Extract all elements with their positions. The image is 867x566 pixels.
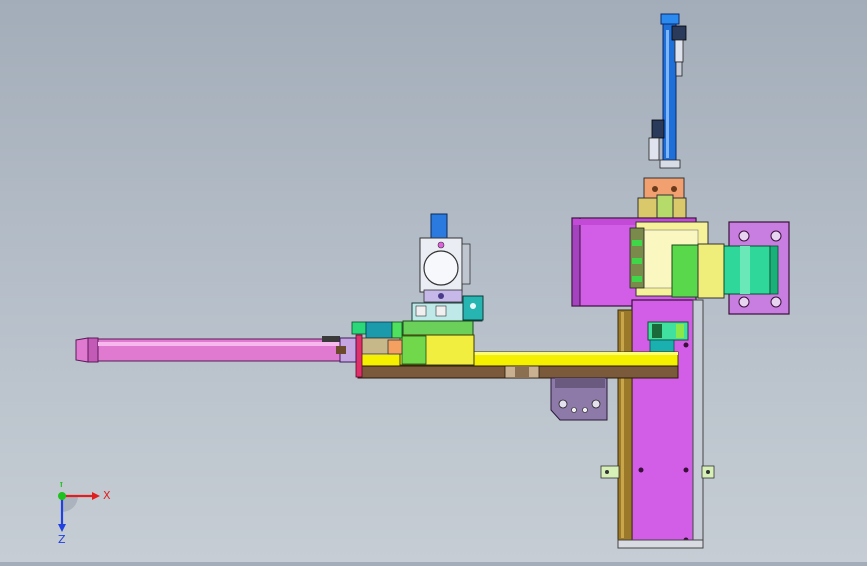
motor-coupling	[723, 245, 779, 295]
horizontal-cylinder[interactable]	[75, 336, 357, 363]
z-axis-label: Z	[58, 533, 66, 544]
coordinate-triad: X Y Z	[48, 477, 118, 546]
y-axis-origin	[58, 492, 66, 500]
gripper-block[interactable]	[419, 213, 471, 303]
cylinder-flange	[637, 177, 687, 224]
gear-housing[interactable]	[629, 221, 725, 299]
lower-clamp[interactable]	[550, 377, 608, 421]
rail-clip-left	[600, 465, 620, 479]
y-axis-label: Y	[57, 482, 65, 490]
cad-viewport[interactable]	[0, 0, 867, 562]
x-axis-label: X	[103, 489, 111, 502]
rail-clip-right	[701, 465, 715, 479]
lifting-cylinder[interactable]	[648, 13, 687, 169]
valve-module[interactable]	[399, 295, 484, 366]
base-rail	[357, 365, 679, 379]
